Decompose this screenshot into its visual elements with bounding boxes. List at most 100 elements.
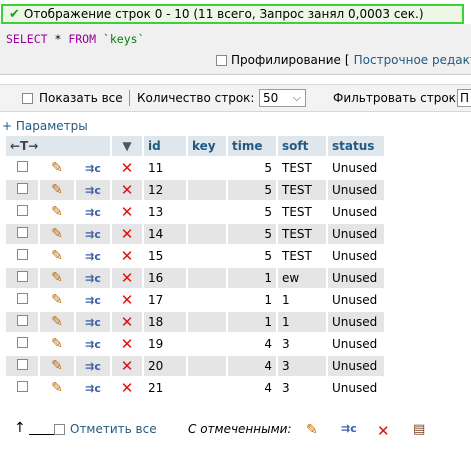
edit-icon[interactable]: ✎: [40, 356, 74, 376]
delete-icon[interactable]: ✕: [112, 202, 142, 222]
bulk-export-icon[interactable]: ▤: [413, 422, 425, 437]
copy-icon[interactable]: ⇉c: [76, 268, 110, 288]
cell-soft: 3: [278, 356, 326, 376]
check-all-link[interactable]: Отметить все: [70, 422, 157, 436]
delete-icon[interactable]: ✕: [112, 356, 142, 376]
copy-icon[interactable]: ⇉c: [76, 224, 110, 244]
column-header-time[interactable]: time: [228, 136, 276, 156]
delete-icon[interactable]: ✕: [112, 290, 142, 310]
banner-message: Отображение строк 0 - 10 (11 всего, Запр…: [23, 7, 424, 21]
bulk-delete-icon[interactable]: ✕: [377, 422, 390, 440]
cell-key: [188, 202, 226, 222]
filter-text: Фильтровать строки:: [333, 91, 468, 105]
inline-edit-link[interactable]: Построчное редакти: [354, 53, 471, 67]
bulk-edit-icon[interactable]: ✎: [306, 422, 318, 438]
copy-icon[interactable]: ⇉c: [76, 180, 110, 200]
row-checkbox[interactable]: [6, 224, 38, 244]
cell-soft: TEST: [278, 180, 326, 200]
delete-icon[interactable]: ✕: [112, 180, 142, 200]
edit-icon[interactable]: ✎: [40, 202, 74, 222]
row-checkbox[interactable]: [6, 202, 38, 222]
delete-icon[interactable]: ✕: [112, 224, 142, 244]
cell-status: Unused: [328, 356, 384, 376]
bulk-copy-icon[interactable]: ⇉c: [341, 422, 357, 435]
column-header-key[interactable]: key: [188, 136, 226, 156]
check-all-checkbox[interactable]: [54, 423, 65, 435]
delete-icon[interactable]: ✕: [112, 246, 142, 266]
edit-icon[interactable]: ✎: [40, 378, 74, 398]
cell-time: 5: [228, 246, 276, 266]
row-checkbox[interactable]: [6, 268, 38, 288]
filter-input[interactable]: П: [457, 89, 471, 107]
cell-soft: 1: [278, 290, 326, 310]
row-checkbox[interactable]: [6, 158, 38, 178]
table-row[interactable]: ✎ ⇉c ✕ 18 1 1 Unused: [6, 312, 384, 332]
cell-status: Unused: [328, 224, 384, 244]
copy-icon[interactable]: ⇉c: [76, 202, 110, 222]
row-checkbox[interactable]: [6, 356, 38, 376]
delete-icon[interactable]: ✕: [112, 334, 142, 354]
table-row[interactable]: ✎ ⇉c ✕ 19 4 3 Unused: [6, 334, 384, 354]
row-checkbox[interactable]: [6, 312, 38, 332]
copy-icon[interactable]: ⇉c: [76, 312, 110, 332]
row-checkbox[interactable]: [6, 246, 38, 266]
delete-icon[interactable]: ✕: [112, 158, 142, 178]
sql-query[interactable]: SELECT * FROM `keys`: [6, 32, 145, 46]
arrow-up-icon: ↑: [14, 420, 55, 436]
check-all-control[interactable]: Отметить все: [54, 422, 157, 436]
row-checkbox[interactable]: [6, 290, 38, 310]
rows-count-label: Количество строк:: [137, 91, 254, 105]
edit-icon[interactable]: ✎: [40, 334, 74, 354]
edit-icon[interactable]: ✎: [40, 246, 74, 266]
row-checkbox[interactable]: [6, 334, 38, 354]
copy-icon[interactable]: ⇉c: [76, 158, 110, 178]
edit-icon[interactable]: ✎: [40, 268, 74, 288]
filter-label: Фильтровать строки:: [333, 91, 468, 105]
copy-icon[interactable]: ⇉c: [76, 378, 110, 398]
column-resize-arrows-icon[interactable]: ←T→: [6, 136, 110, 156]
cell-status: Unused: [328, 180, 384, 200]
table-row[interactable]: ✎ ⇉c ✕ 12 5 TEST Unused: [6, 180, 384, 200]
table-row[interactable]: ✎ ⇉c ✕ 17 1 1 Unused: [6, 290, 384, 310]
table-row[interactable]: ✎ ⇉c ✕ 15 5 TEST Unused: [6, 246, 384, 266]
cell-soft: 1: [278, 312, 326, 332]
column-header-soft[interactable]: soft: [278, 136, 326, 156]
delete-icon[interactable]: ✕: [112, 378, 142, 398]
table-row[interactable]: ✎ ⇉c ✕ 14 5 TEST Unused: [6, 224, 384, 244]
sort-dropdown-icon[interactable]: ▼: [112, 136, 142, 156]
cell-soft: TEST: [278, 224, 326, 244]
edit-icon[interactable]: ✎: [40, 312, 74, 332]
profiling-checkbox[interactable]: [216, 54, 227, 66]
table-row[interactable]: ✎ ⇉c ✕ 11 5 TEST Unused: [6, 158, 384, 178]
copy-icon[interactable]: ⇉c: [76, 246, 110, 266]
row-checkbox[interactable]: [6, 378, 38, 398]
bracket-open: [: [344, 53, 350, 67]
options-link[interactable]: + Параметры: [2, 119, 88, 133]
edit-icon[interactable]: ✎: [40, 158, 74, 178]
column-header-status[interactable]: status: [328, 136, 384, 156]
copy-icon[interactable]: ⇉c: [76, 290, 110, 310]
table-header-row: ←T→ ▼ id key time soft status: [6, 136, 384, 156]
row-checkbox[interactable]: [6, 180, 38, 200]
cell-soft: 3: [278, 334, 326, 354]
copy-icon[interactable]: ⇉c: [76, 356, 110, 376]
table-row[interactable]: ✎ ⇉c ✕ 21 4 3 Unused: [6, 378, 384, 398]
table-row[interactable]: ✎ ⇉c ✕ 16 1 ew Unused: [6, 268, 384, 288]
cell-id: 14: [144, 224, 186, 244]
column-header-id[interactable]: id: [144, 136, 186, 156]
delete-icon[interactable]: ✕: [112, 312, 142, 332]
delete-icon[interactable]: ✕: [112, 268, 142, 288]
edit-icon[interactable]: ✎: [40, 290, 74, 310]
show-all-checkbox[interactable]: [22, 92, 33, 104]
table-row[interactable]: ✎ ⇉c ✕ 20 4 3 Unused: [6, 356, 384, 376]
copy-icon[interactable]: ⇉c: [76, 334, 110, 354]
cell-id: 18: [144, 312, 186, 332]
show-all-control[interactable]: Показать все: [22, 91, 123, 105]
cell-key: [188, 356, 226, 376]
edit-icon[interactable]: ✎: [40, 180, 74, 200]
chevron-down-icon: ⌵: [292, 91, 301, 104]
rows-count-select[interactable]: 50 ⌵: [259, 89, 306, 107]
edit-icon[interactable]: ✎: [40, 224, 74, 244]
cell-time: 5: [228, 158, 276, 178]
table-row[interactable]: ✎ ⇉c ✕ 13 5 TEST Unused: [6, 202, 384, 222]
